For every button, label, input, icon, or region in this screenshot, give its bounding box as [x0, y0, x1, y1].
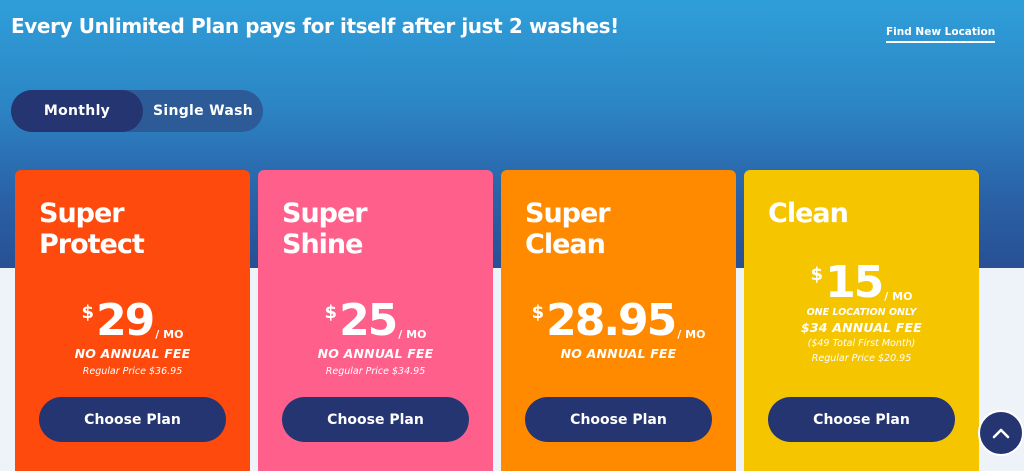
regular-price-label: Regular Price $20.95	[811, 353, 912, 364]
choose-plan-button[interactable]: Choose Plan	[768, 397, 955, 442]
plan-price-block: $ 15 / MO ONE LOCATION ONLY $34 ANNUAL F…	[744, 257, 979, 365]
annual-fee-label: NO ANNUAL FEE	[74, 346, 191, 361]
page-headline: Every Unlimited Plan pays for itself aft…	[11, 14, 619, 38]
choose-plan-button[interactable]: Choose Plan	[525, 397, 712, 442]
annual-fee-label: NO ANNUAL FEE	[560, 346, 677, 361]
plan-price-block: $ 25 / MO NO ANNUAL FEE Regular Price $3…	[258, 295, 493, 378]
plan-name: Super Clean	[525, 198, 611, 260]
billing-toggle: Monthly Single Wash	[11, 90, 263, 132]
plan-card-super-clean: Super Clean $ 28.95 / MO NO ANNUAL FEE C…	[501, 170, 736, 471]
single-wash-toggle-option[interactable]: Single Wash	[143, 90, 263, 132]
chevron-up-icon	[992, 428, 1010, 439]
plan-card-clean: Clean $ 15 / MO ONE LOCATION ONLY $34 AN…	[744, 170, 979, 471]
regular-price-label: Regular Price $36.95	[82, 366, 183, 377]
plan-card-super-protect: Super Protect $ 29 / MO NO ANNUAL FEE Re…	[15, 170, 250, 471]
plan-price: $ 15 / MO	[810, 257, 913, 308]
plan-price: $ 28.95 / MO	[531, 295, 706, 346]
plan-price: $ 29 / MO	[81, 295, 184, 346]
annual-fee-label: NO ANNUAL FEE	[317, 346, 434, 361]
first-month-total-label: ($49 Total First Month)	[807, 338, 916, 349]
plan-price-block: $ 29 / MO NO ANNUAL FEE Regular Price $3…	[15, 295, 250, 378]
scroll-to-top-button[interactable]	[978, 410, 1024, 456]
location-note: ONE LOCATION ONLY	[806, 307, 917, 318]
monthly-toggle-option[interactable]: Monthly	[11, 90, 143, 132]
plan-name: Super Protect	[39, 198, 145, 260]
find-new-location-link[interactable]: Find New Location	[886, 26, 996, 43]
plan-price-block: $ 28.95 / MO NO ANNUAL FEE	[501, 295, 736, 362]
annual-fee-label: $34 ANNUAL FEE	[800, 320, 923, 335]
plan-price: $ 25 / MO	[324, 295, 427, 346]
regular-price-label: Regular Price $34.95	[325, 366, 426, 377]
plan-name: Clean	[768, 198, 849, 229]
plan-card-super-shine: Super Shine $ 25 / MO NO ANNUAL FEE Regu…	[258, 170, 493, 471]
choose-plan-button[interactable]: Choose Plan	[282, 397, 469, 442]
choose-plan-button[interactable]: Choose Plan	[39, 397, 226, 442]
plan-name: Super Shine	[282, 198, 368, 260]
